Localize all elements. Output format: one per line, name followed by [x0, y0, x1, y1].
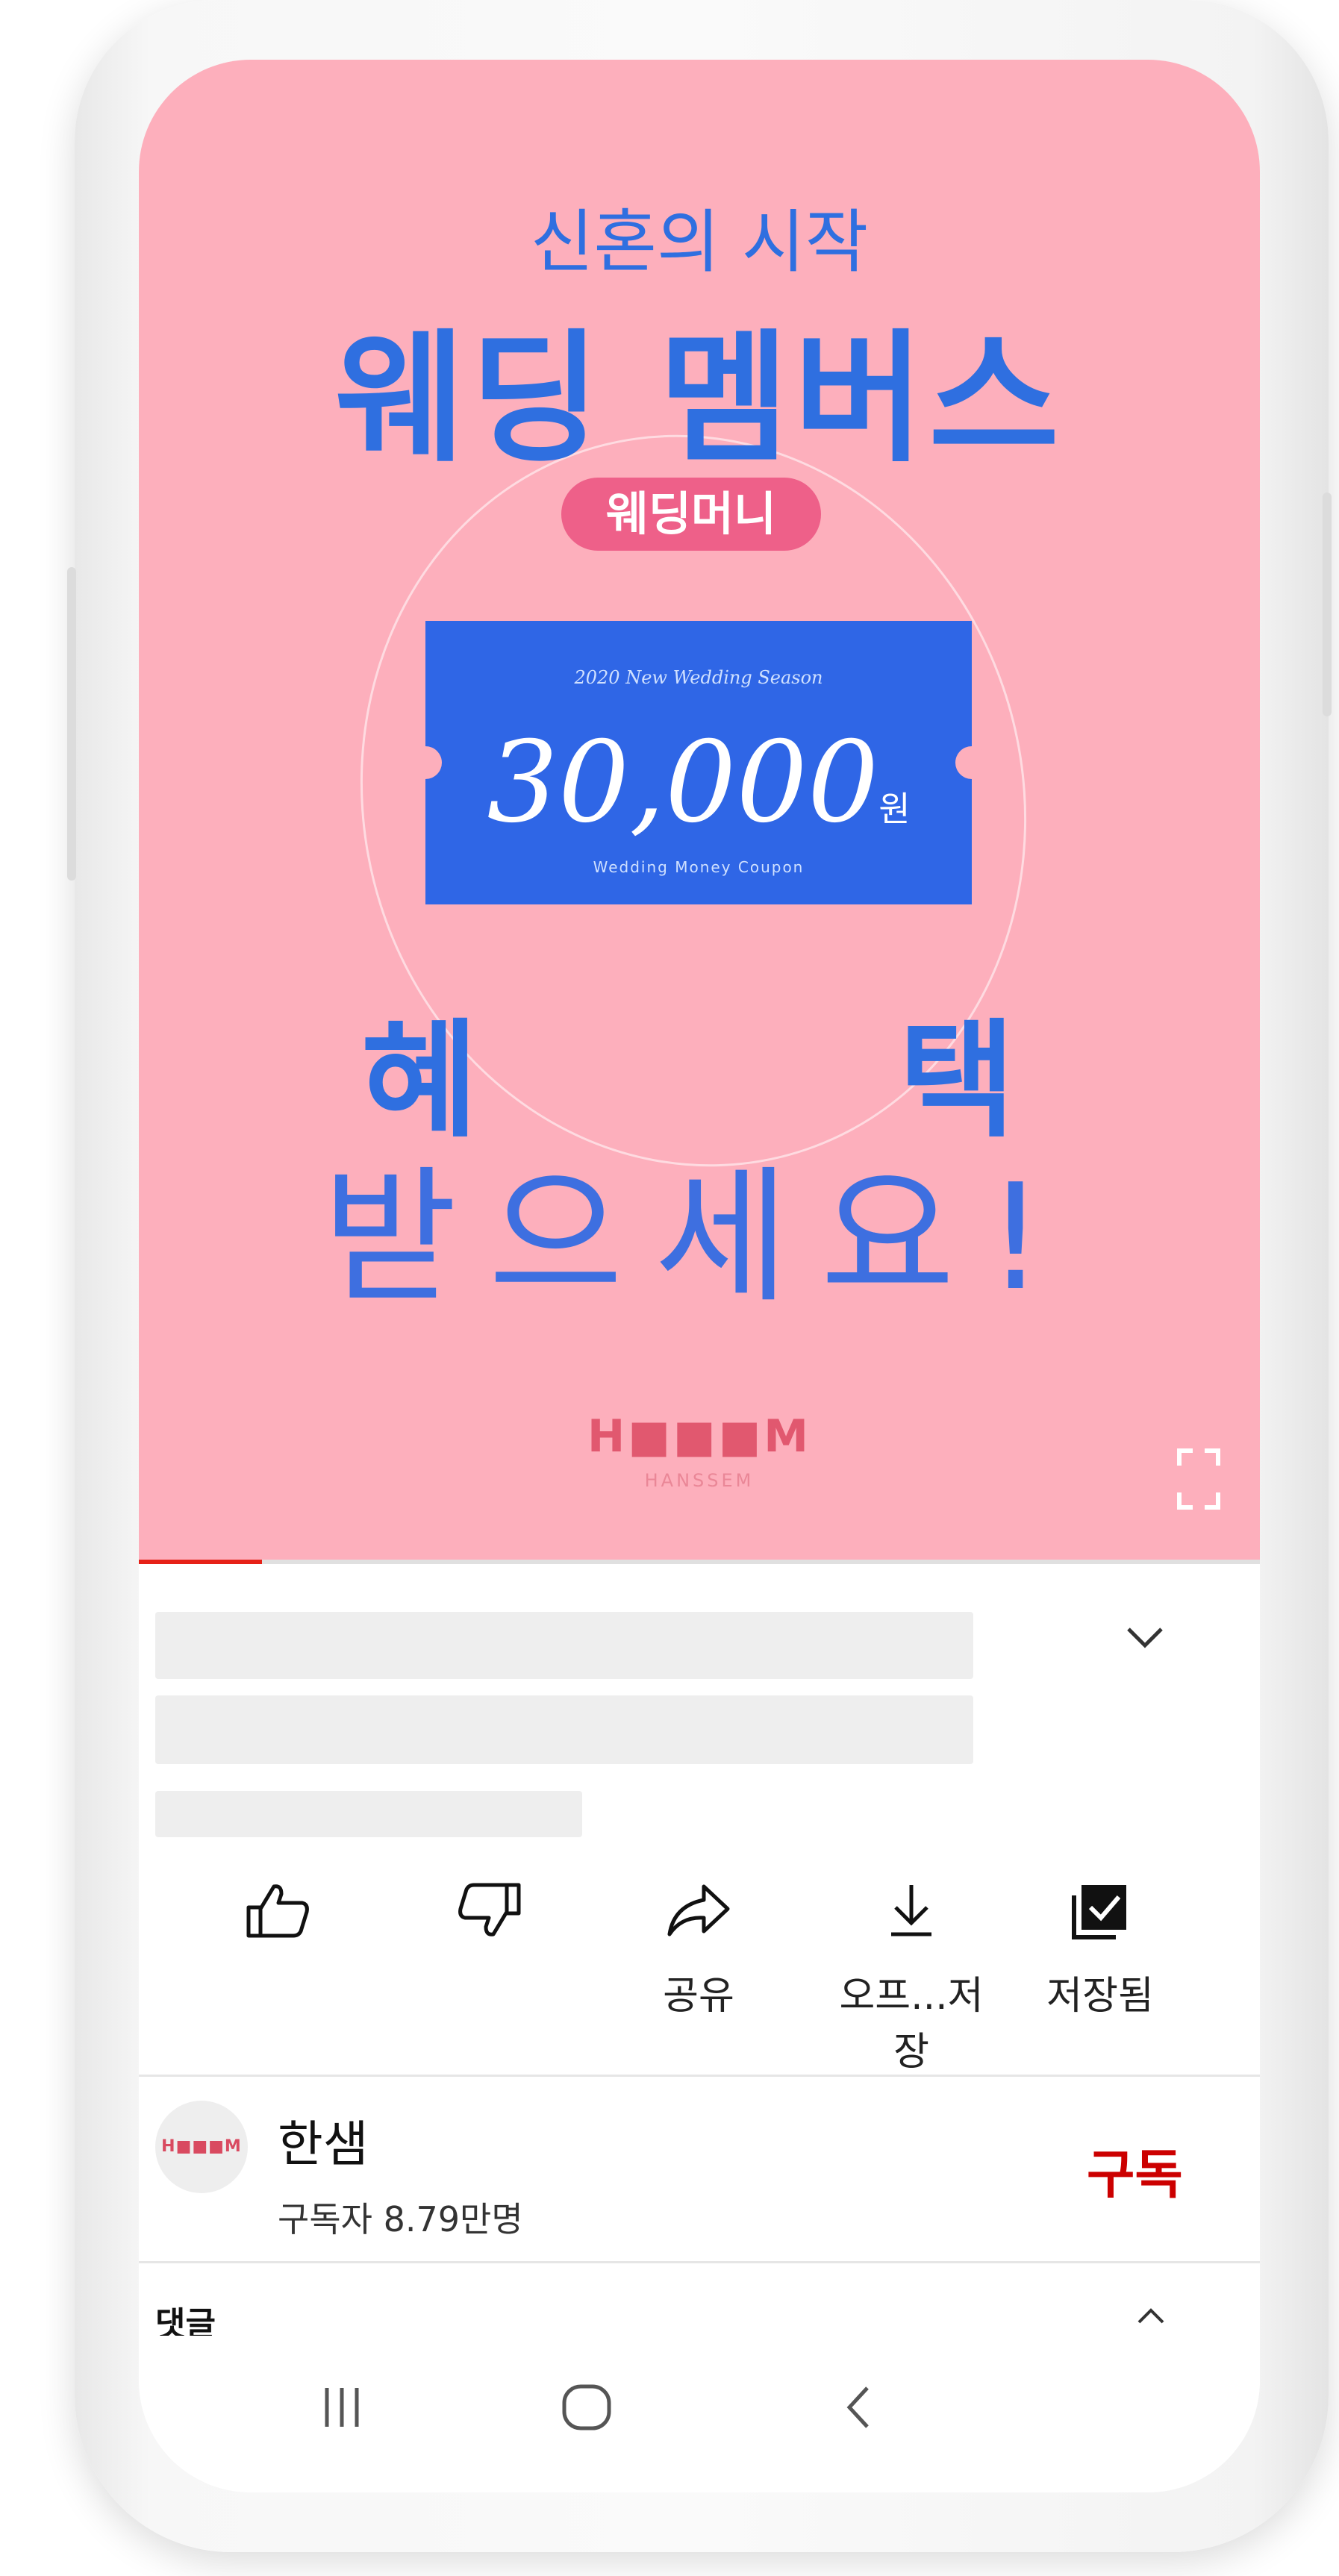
channel-name[interactable]: 한샘	[278, 2104, 368, 2176]
like-button[interactable]	[203, 1881, 352, 2009]
ticket-amount: 30,000원	[425, 718, 972, 848]
progress-bar[interactable]	[139, 1560, 263, 1564]
ticket-top-text: 2020 New Wedding Season	[574, 667, 823, 688]
thumbs-down-icon	[458, 1883, 521, 1936]
volume-button	[67, 567, 76, 881]
expand-chevron-icon[interactable]	[1124, 1623, 1166, 1653]
dislike-label	[415, 1964, 564, 2009]
coupon-ticket: 2020 New Wedding Season 30,000원 Wedding …	[409, 621, 988, 904]
share-label: 공유	[663, 1974, 734, 2019]
fullscreen-icon[interactable]	[1176, 1448, 1221, 1510]
share-button[interactable]: 공유	[624, 1881, 773, 2019]
system-navigation-bar	[139, 2336, 1260, 2492]
wedding-money-pill: 웨딩머니	[561, 478, 821, 551]
recent-apps-icon[interactable]	[319, 2383, 364, 2431]
ticket-amount-value: 30,000	[487, 718, 879, 848]
download-button[interactable]: 오프...저장	[822, 1881, 1001, 2075]
saved-label: 저장됨	[1046, 1974, 1154, 2019]
video-subline: 받으세요!	[322, 1153, 1076, 1323]
dislike-button[interactable]	[415, 1881, 564, 2009]
video-kicker-text: 신혼의 시작	[530, 202, 869, 282]
saved-checkbox-icon	[1072, 1885, 1126, 1939]
like-label	[203, 1964, 352, 2009]
title-placeholder-line-2	[155, 1695, 973, 1764]
back-icon[interactable]	[840, 2383, 878, 2431]
download-icon	[891, 1885, 931, 1936]
divider-bottom	[139, 2261, 1260, 2263]
video-headline: 웨딩 멤버스	[334, 316, 1064, 481]
brand-logo-mark: H■■■M	[587, 1410, 811, 1463]
chevron-up-icon[interactable]	[1136, 2306, 1166, 2325]
channel-subscriber-count: 구독자 8.79만명	[278, 2199, 523, 2239]
thumbs-up-icon	[246, 1884, 309, 1938]
channel-avatar[interactable]: H■■■M	[155, 2101, 248, 2193]
home-icon[interactable]	[557, 2383, 617, 2431]
power-button	[1323, 493, 1332, 716]
ticket-bottom-text: Wedding Money Coupon	[593, 858, 805, 876]
download-label: 오프...저장	[839, 1974, 984, 2075]
progress-track[interactable]	[139, 1560, 1260, 1564]
subscribe-button[interactable]: 구독	[1087, 2133, 1183, 2208]
saved-button[interactable]: 저장됨	[1026, 1881, 1175, 2019]
video-player[interactable]: 신혼의 시작 웨딩 멤버스 웨딩머니 2020 New Wedding Seas…	[139, 60, 1260, 1560]
meta-placeholder-line	[155, 1791, 582, 1837]
divider-top	[139, 2075, 1260, 2077]
ticket-currency: 원	[878, 789, 911, 829]
brand-logo-text: HANSSEM	[644, 1470, 755, 1491]
title-placeholder-line-1	[155, 1612, 973, 1679]
share-icon	[667, 1884, 730, 1936]
phone-screen: 신혼의 시작 웨딩 멤버스 웨딩머니 2020 New Wedding Seas…	[139, 60, 1260, 2492]
